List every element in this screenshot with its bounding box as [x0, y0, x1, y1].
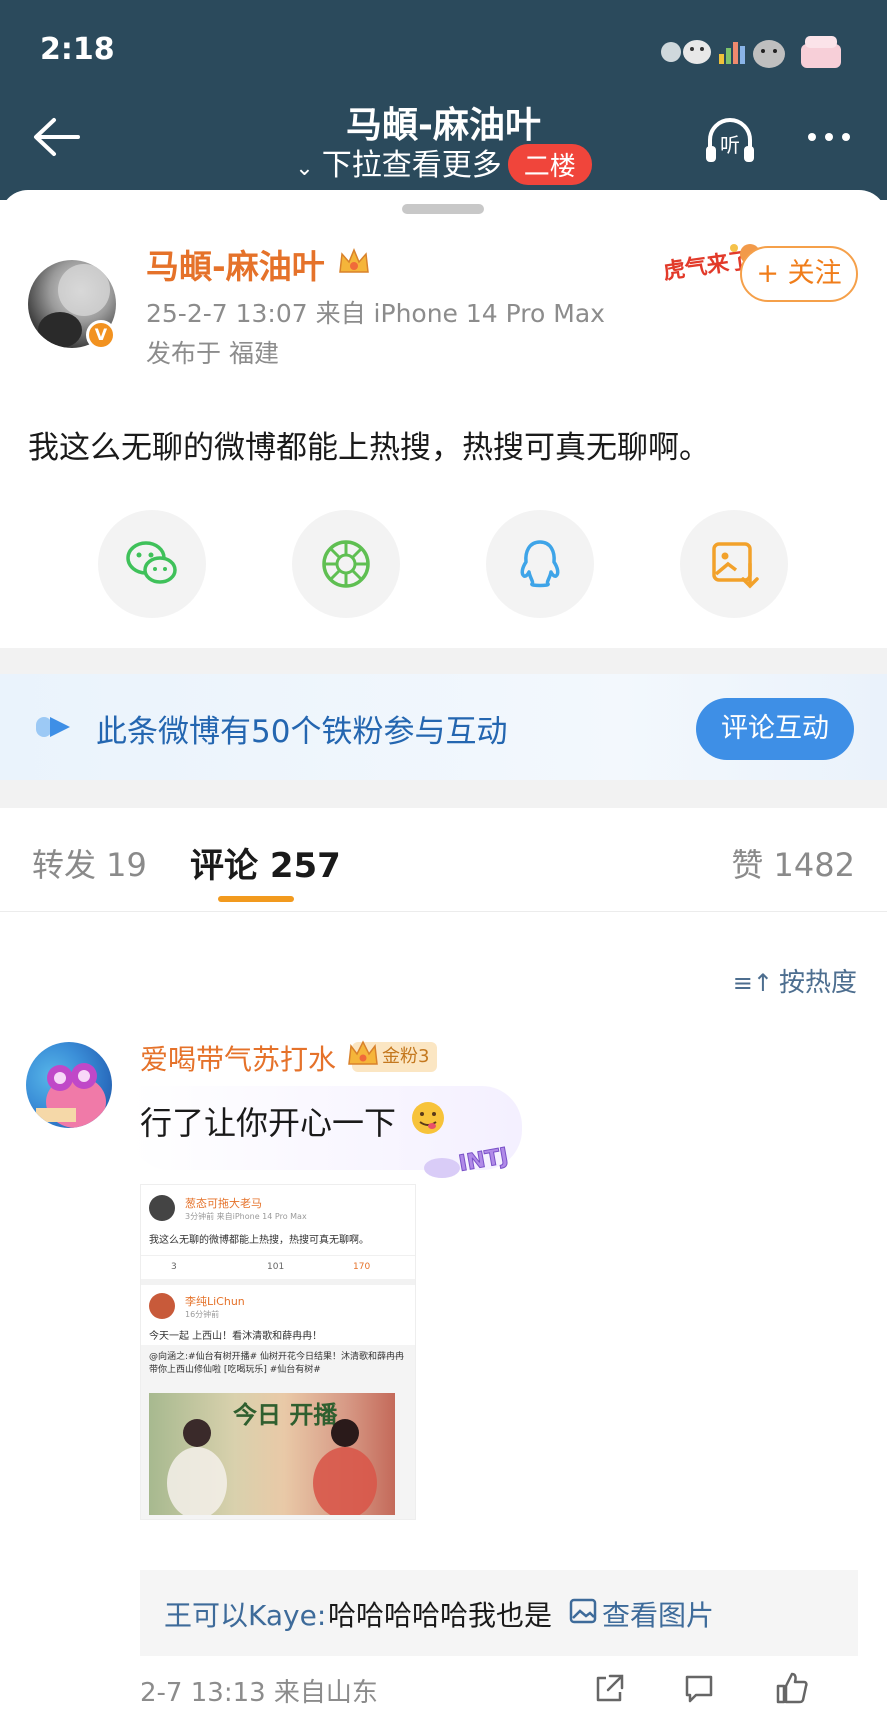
fans-interaction-banner[interactable]: 此条微博有50个铁粉参与互动 评论互动: [0, 674, 887, 780]
crown-icon: [339, 248, 369, 273]
wechat-icon: [126, 541, 177, 584]
reply-preview[interactable]: 王可以Kaye: 哈哈哈哈哈我也是 查看图片: [140, 1570, 858, 1656]
intj-sticker-icon: INTJ: [424, 1143, 511, 1178]
post-meta: 25-2-7 13:07 来自 iPhone 14 Pro Max: [146, 299, 605, 328]
svg-text:虎气来了: 虎气来了: [662, 247, 753, 285]
share-qq-button[interactable]: [486, 510, 594, 618]
fans-double-arrow-icon: [36, 717, 70, 737]
post-detail-sheet: V 马頔-麻油叶 25-2-7 13:07 来自 iPhone 14 Pro M…: [0, 190, 887, 1716]
commenter-name[interactable]: 爱喝带气苏打水: [140, 1038, 336, 1078]
comment-image[interactable]: 葱态可拖大老马 3分钟前 来自iPhone 14 Pro Max 我这么无聊的微…: [140, 1184, 416, 1520]
section-divider: [0, 648, 887, 674]
pull-down-label: 下拉查看更多: [321, 148, 502, 183]
commenter-avatar[interactable]: [26, 1042, 112, 1128]
status-time: 2:18: [40, 32, 115, 67]
shot-divider: [141, 1279, 415, 1285]
comment-time-location: 2-7 13:13 来自山东: [140, 1678, 378, 1708]
sheet-grabber[interactable]: [402, 204, 484, 214]
share-row: [0, 510, 887, 620]
view-image-link[interactable]: 查看图片: [602, 1594, 714, 1634]
listen-label: 听: [720, 133, 740, 157]
shot-post-text: 我这么无聊的微博都能上热搜，热搜可真无聊啊。: [149, 1235, 369, 1246]
share-wechat-button[interactable]: [98, 510, 206, 618]
tab-repost[interactable]: 转发 19: [32, 840, 147, 886]
sort-icon: ≡↑: [732, 969, 773, 997]
chevron-down-icon: ⌄: [295, 156, 314, 181]
tab-comment[interactable]: 评论 257: [190, 838, 341, 887]
share-icon[interactable]: [592, 1672, 626, 1706]
shot-quoted-post: @向涵之:#仙台有树开播# 仙树开花今日结果！沐清歌和薛冉冉带你上西山修仙啦 […: [141, 1345, 415, 1519]
section-divider: [0, 780, 887, 808]
app-header: 2:18 马頔-麻油叶 ⌄ 下拉查看更多 二楼 听: [0, 0, 887, 200]
image-icon: [569, 1598, 597, 1624]
shot-meta: 3分钟前 来自iPhone 14 Pro Max: [185, 1212, 307, 1221]
intj-sticker-text: INTJ: [457, 1144, 510, 1177]
shot-quote-text: @向涵之:#仙台有树开播# 仙树开花今日结果！沐清歌和薛冉冉带你上西山修仙啦 […: [149, 1352, 404, 1375]
tab-like[interactable]: 赞 1482: [731, 840, 855, 886]
fans-interaction-text: 此条微博有50个铁粉参与互动: [96, 714, 508, 750]
qq-icon: [520, 540, 560, 588]
comment-text: 行了让你开心一下: [140, 1104, 397, 1142]
comment-interact-button[interactable]: 评论互动: [696, 698, 854, 760]
shot-avatar: [149, 1195, 175, 1221]
comment-icon[interactable]: [682, 1672, 716, 1706]
shot-repost-count: 3: [171, 1262, 177, 1272]
save-image-icon: [712, 542, 759, 589]
second-floor-badge[interactable]: 二楼: [507, 144, 592, 185]
post-location: 发布于 福建: [146, 339, 279, 368]
more-options-icon[interactable]: [804, 122, 854, 152]
shot-meta-2: 16分钟前: [185, 1310, 220, 1319]
shot-drama-poster: 今日 开播: [149, 1393, 395, 1515]
shot-action-bar: 3 101 170: [141, 1255, 415, 1279]
like-thumb-icon[interactable]: [774, 1670, 810, 1706]
post-author-name[interactable]: 马頔-麻油叶: [146, 240, 325, 288]
post-body-text: 我这么无聊的微博都能上热搜，热搜可真无聊啊。: [28, 430, 710, 466]
tab-active-indicator: [218, 896, 294, 902]
shot-like-count: 170: [353, 1262, 371, 1272]
verified-badge-icon: V: [86, 320, 116, 350]
follow-button[interactable]: + 关注: [740, 246, 858, 302]
moments-icon: [322, 540, 370, 588]
headphones-listen-icon[interactable]: 听: [700, 112, 760, 168]
reply-text: 哈哈哈哈哈我也是: [328, 1599, 553, 1632]
save-image-button[interactable]: [680, 510, 788, 618]
shot-comment-count: 101: [267, 1262, 285, 1272]
reply-author[interactable]: 王可以Kaye:: [164, 1594, 326, 1634]
share-moments-button[interactable]: [292, 510, 400, 618]
sort-by-hot-button[interactable]: ≡↑ 按热度: [733, 962, 857, 999]
shot-author-name-2: 李纯LiChun: [185, 1295, 245, 1308]
gold-crown-icon: [348, 1040, 378, 1065]
sort-label: 按热度: [778, 968, 857, 998]
status-stickers-icon: [661, 36, 841, 68]
post-tabs: 转发 19 评论 257 赞 1482: [0, 808, 887, 912]
shot-avatar-2: [149, 1293, 175, 1319]
shot-post-text-2: 今天一起 上西山！看沐清歌和薛冉冉！: [149, 1331, 323, 1342]
shot-author-name: 葱态可拖大老马: [185, 1197, 262, 1210]
